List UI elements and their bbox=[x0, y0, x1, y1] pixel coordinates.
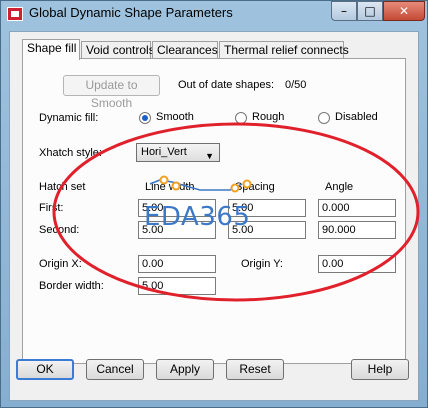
dynamic-fill-label: Dynamic fill: bbox=[39, 112, 99, 124]
origin-y-label: Origin Y: bbox=[241, 258, 283, 270]
second-angle-field[interactable]: 90.000 bbox=[318, 221, 396, 239]
help-button[interactable]: Help bbox=[351, 359, 409, 380]
tab-void-controls[interactable]: Void controls bbox=[81, 41, 155, 59]
apply-button[interactable]: Apply bbox=[156, 359, 214, 380]
radio-disabled[interactable] bbox=[318, 112, 330, 124]
xhatch-style-select[interactable]: Hori_Vert ▼ bbox=[136, 143, 220, 162]
xhatch-style-label: Xhatch style: bbox=[39, 147, 102, 159]
minimize-button[interactable]: – bbox=[331, 1, 357, 21]
border-width-field[interactable]: 5.00 bbox=[138, 277, 216, 295]
cancel-button[interactable]: Cancel bbox=[86, 359, 144, 380]
hatch-set-label: Hatch set bbox=[39, 181, 86, 193]
line-width-header: Line width bbox=[145, 181, 195, 193]
maximize-button[interactable]: □ bbox=[357, 1, 383, 21]
chevron-down-icon: ▼ bbox=[205, 151, 214, 161]
origin-x-label: Origin X: bbox=[39, 258, 82, 270]
xhatch-style-value: Hori_Vert bbox=[141, 146, 187, 158]
tab-shape-fill[interactable]: Shape fill bbox=[22, 39, 80, 60]
title-bar[interactable]: Global Dynamic Shape Parameters – □ ✕ bbox=[1, 1, 427, 31]
radio-rough-label[interactable]: Rough bbox=[252, 111, 284, 123]
first-label: First: bbox=[39, 202, 64, 214]
first-angle-field[interactable]: 0.000 bbox=[318, 199, 396, 217]
angle-header: Angle bbox=[325, 181, 354, 193]
radio-smooth-label[interactable]: Smooth bbox=[156, 111, 194, 123]
out-of-date-value: 0/50 bbox=[285, 79, 307, 91]
ok-button[interactable]: OK bbox=[16, 359, 74, 380]
border-width-label: Border width: bbox=[39, 280, 104, 292]
tab-thermal-relief-connects[interactable]: Thermal relief connects bbox=[219, 41, 349, 59]
tab-clearances[interactable]: Clearances bbox=[152, 41, 218, 59]
update-to-smooth-button[interactable]: Update to Smooth bbox=[63, 75, 160, 110]
radio-rough[interactable] bbox=[235, 112, 247, 124]
close-button[interactable]: ✕ bbox=[383, 1, 425, 21]
out-of-date-label: Out of date shapes: bbox=[178, 79, 275, 91]
origin-x-field[interactable]: 0.00 bbox=[138, 255, 216, 273]
window-title: Global Dynamic Shape Parameters bbox=[29, 5, 233, 20]
eda365-watermark: EDA365 bbox=[144, 202, 251, 232]
radio-smooth[interactable] bbox=[139, 112, 151, 124]
origin-y-field[interactable]: 0.00 bbox=[318, 255, 396, 273]
reset-button[interactable]: Reset bbox=[226, 359, 284, 380]
radio-disabled-label[interactable]: Disabled bbox=[335, 111, 378, 123]
second-label: Second: bbox=[39, 224, 80, 236]
spacing-header: Spacing bbox=[235, 181, 275, 193]
app-icon bbox=[7, 7, 23, 21]
